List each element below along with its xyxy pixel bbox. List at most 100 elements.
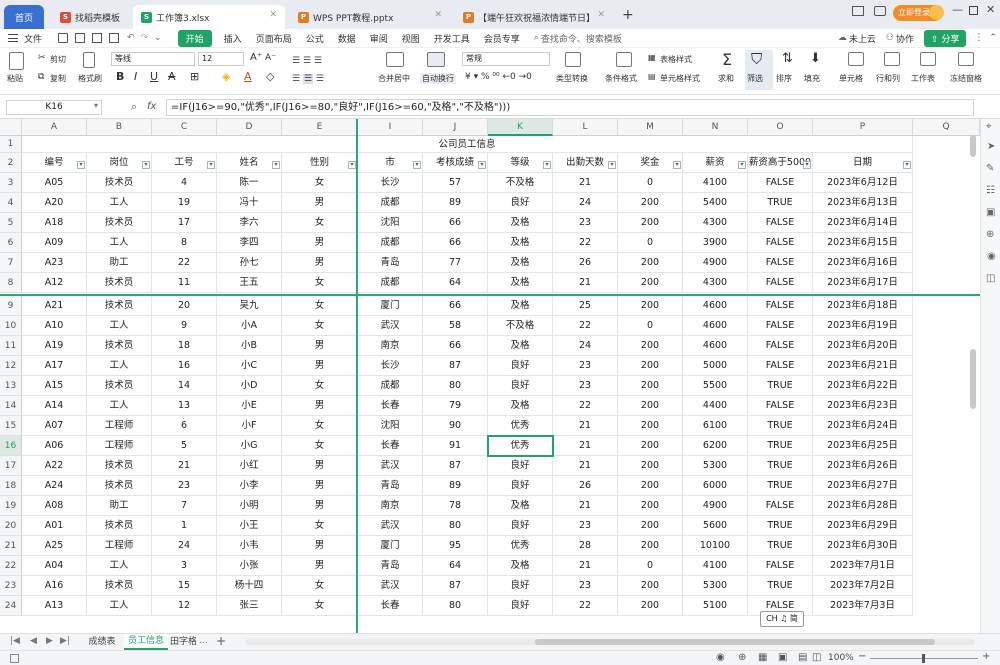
table-cell[interactable]: A06 bbox=[22, 436, 87, 456]
table-cell[interactable]: 66 bbox=[423, 213, 488, 233]
row-header[interactable]: 24 bbox=[0, 596, 22, 616]
table-cell[interactable]: 青岛 bbox=[358, 476, 423, 496]
table-cell[interactable]: 23 bbox=[553, 576, 618, 596]
table-cell[interactable]: 长沙 bbox=[358, 356, 423, 376]
filter-dropdown-icon[interactable]: ▾ bbox=[413, 161, 421, 169]
sheet-button[interactable]: 工作表 bbox=[911, 73, 935, 84]
horizontal-scrollbar[interactable] bbox=[245, 639, 975, 645]
home-tab[interactable]: 首页 bbox=[4, 5, 44, 29]
underline-icon[interactable]: U bbox=[150, 70, 158, 83]
vertical-scroll-thumb[interactable] bbox=[970, 135, 976, 157]
table-cell[interactable]: 4100 bbox=[683, 556, 748, 576]
table-cell[interactable]: A13 bbox=[22, 596, 87, 616]
menu-data[interactable]: 数据 bbox=[338, 32, 356, 45]
table-cell[interactable]: FALSE bbox=[748, 556, 813, 576]
paste-icon[interactable] bbox=[9, 52, 24, 70]
table-cell[interactable]: 200 bbox=[618, 376, 683, 396]
table-cell[interactable]: 2023年6月20日 bbox=[813, 336, 913, 356]
cell-button[interactable]: 单元格 bbox=[839, 73, 863, 84]
table-cell[interactable]: 沈阳 bbox=[358, 213, 423, 233]
menu-formulas[interactable]: 公式 bbox=[306, 32, 324, 45]
table-cell[interactable]: 2023年6月18日 bbox=[813, 296, 913, 316]
table-cell[interactable]: 工程师 bbox=[87, 416, 152, 436]
column-header-i[interactable]: I bbox=[358, 119, 423, 136]
cond-format-icon[interactable] bbox=[616, 52, 632, 67]
row-header[interactable]: 16 bbox=[0, 436, 22, 456]
normal-view-icon[interactable]: ▦ bbox=[758, 652, 767, 663]
table-cell[interactable]: 200 bbox=[618, 436, 683, 456]
table-cell[interactable]: 良好 bbox=[488, 376, 553, 396]
table-cell[interactable]: 78 bbox=[423, 496, 488, 516]
table-cell[interactable]: 武汉 bbox=[358, 576, 423, 596]
table-cell[interactable]: A15 bbox=[22, 376, 87, 396]
table-cell[interactable]: 87 bbox=[423, 576, 488, 596]
table-cell[interactable]: 小韦 bbox=[217, 536, 282, 556]
table-cell[interactable]: 200 bbox=[618, 396, 683, 416]
table-cell[interactable]: 小A bbox=[217, 316, 282, 336]
row-header[interactable]: 15 bbox=[0, 416, 22, 436]
rowcol-icon[interactable] bbox=[884, 52, 900, 66]
table-cell[interactable]: TRUE bbox=[748, 376, 813, 396]
column-header-p[interactable]: P bbox=[813, 119, 913, 136]
skin-icon[interactable] bbox=[874, 6, 886, 16]
table-cell[interactable]: 58 bbox=[423, 316, 488, 336]
sheet-tab-grid[interactable]: 田字格 bbox=[170, 634, 196, 650]
table-cell[interactable]: 2023年7月2日 bbox=[813, 576, 913, 596]
table-cell[interactable]: 4600 bbox=[683, 336, 748, 356]
table-cell[interactable]: A21 bbox=[22, 296, 87, 316]
table-cell[interactable]: 0 bbox=[618, 316, 683, 336]
table-cell[interactable]: 技术员 bbox=[87, 576, 152, 596]
table-cell[interactable]: 200 bbox=[618, 296, 683, 316]
table-cell[interactable]: 技术员 bbox=[87, 273, 152, 293]
table-cell[interactable]: A09 bbox=[22, 233, 87, 253]
table-cell[interactable]: A07 bbox=[22, 416, 87, 436]
table-cell[interactable]: 4600 bbox=[683, 296, 748, 316]
maximize-icon[interactable] bbox=[969, 6, 978, 15]
table-cell[interactable]: 80 bbox=[423, 596, 488, 616]
more-icon[interactable]: ⋮ bbox=[974, 33, 983, 43]
table-cell[interactable]: 4400 bbox=[683, 396, 748, 416]
row-header[interactable]: 14 bbox=[0, 396, 22, 416]
merge-center-icon[interactable] bbox=[386, 52, 404, 67]
table-cell[interactable]: FALSE bbox=[748, 273, 813, 293]
zoom-slider-thumb[interactable] bbox=[922, 654, 925, 663]
table-cell[interactable]: 2023年6月22日 bbox=[813, 376, 913, 396]
bold-icon[interactable]: B bbox=[116, 70, 124, 83]
table-cell[interactable]: 及格 bbox=[488, 396, 553, 416]
row-header[interactable]: 22 bbox=[0, 556, 22, 576]
font-name-select[interactable]: 等线 bbox=[111, 52, 195, 66]
table-cell[interactable]: 22 bbox=[553, 596, 618, 616]
table-cell[interactable]: 良好 bbox=[488, 596, 553, 616]
table-cell[interactable]: 女 bbox=[282, 173, 358, 193]
table-cell[interactable]: A16 bbox=[22, 576, 87, 596]
strike-icon[interactable]: A bbox=[168, 70, 176, 83]
preview-icon[interactable] bbox=[109, 33, 120, 43]
table-cell[interactable]: 小F bbox=[217, 416, 282, 436]
column-title[interactable]: 薪资 ▾ bbox=[683, 153, 748, 173]
table-cell[interactable]: 4300 bbox=[683, 273, 748, 293]
table-cell[interactable]: 男 bbox=[282, 496, 358, 516]
zoom-search-icon[interactable]: ⌕ bbox=[131, 100, 137, 114]
row-header[interactable]: 9 bbox=[0, 296, 22, 316]
last-sheet-icon[interactable]: ▶| bbox=[60, 636, 70, 646]
table-cell[interactable]: 57 bbox=[423, 173, 488, 193]
table-cell[interactable]: 19 bbox=[152, 193, 217, 213]
share-button[interactable]: ⇪ 分享 bbox=[923, 29, 967, 47]
table-cell[interactable]: FALSE bbox=[748, 173, 813, 193]
table-cell[interactable]: 男 bbox=[282, 253, 358, 273]
tab-dragon-boat[interactable]: P 【端午狂欢祝福浓情端节日】 ✕ bbox=[455, 5, 613, 29]
table-cell[interactable]: 4900 bbox=[683, 253, 748, 273]
filter-dropdown-icon[interactable]: ▾ bbox=[803, 161, 811, 169]
table-cell[interactable]: 武汉 bbox=[358, 516, 423, 536]
table-cell[interactable]: 23 bbox=[553, 213, 618, 233]
column-title[interactable]: 工号 ▾ bbox=[152, 153, 217, 173]
column-header-j[interactable]: J bbox=[423, 119, 488, 136]
menu-home[interactable]: 开始 bbox=[177, 29, 212, 47]
table-cell[interactable]: 技术员 bbox=[87, 296, 152, 316]
table-cell[interactable]: 87 bbox=[423, 356, 488, 376]
table-cell[interactable]: TRUE bbox=[748, 456, 813, 476]
table-cell[interactable]: 青岛 bbox=[358, 556, 423, 576]
table-cell[interactable]: 1 bbox=[152, 516, 217, 536]
sum-icon[interactable]: Σ bbox=[722, 50, 732, 69]
table-cell[interactable]: 200 bbox=[618, 213, 683, 233]
